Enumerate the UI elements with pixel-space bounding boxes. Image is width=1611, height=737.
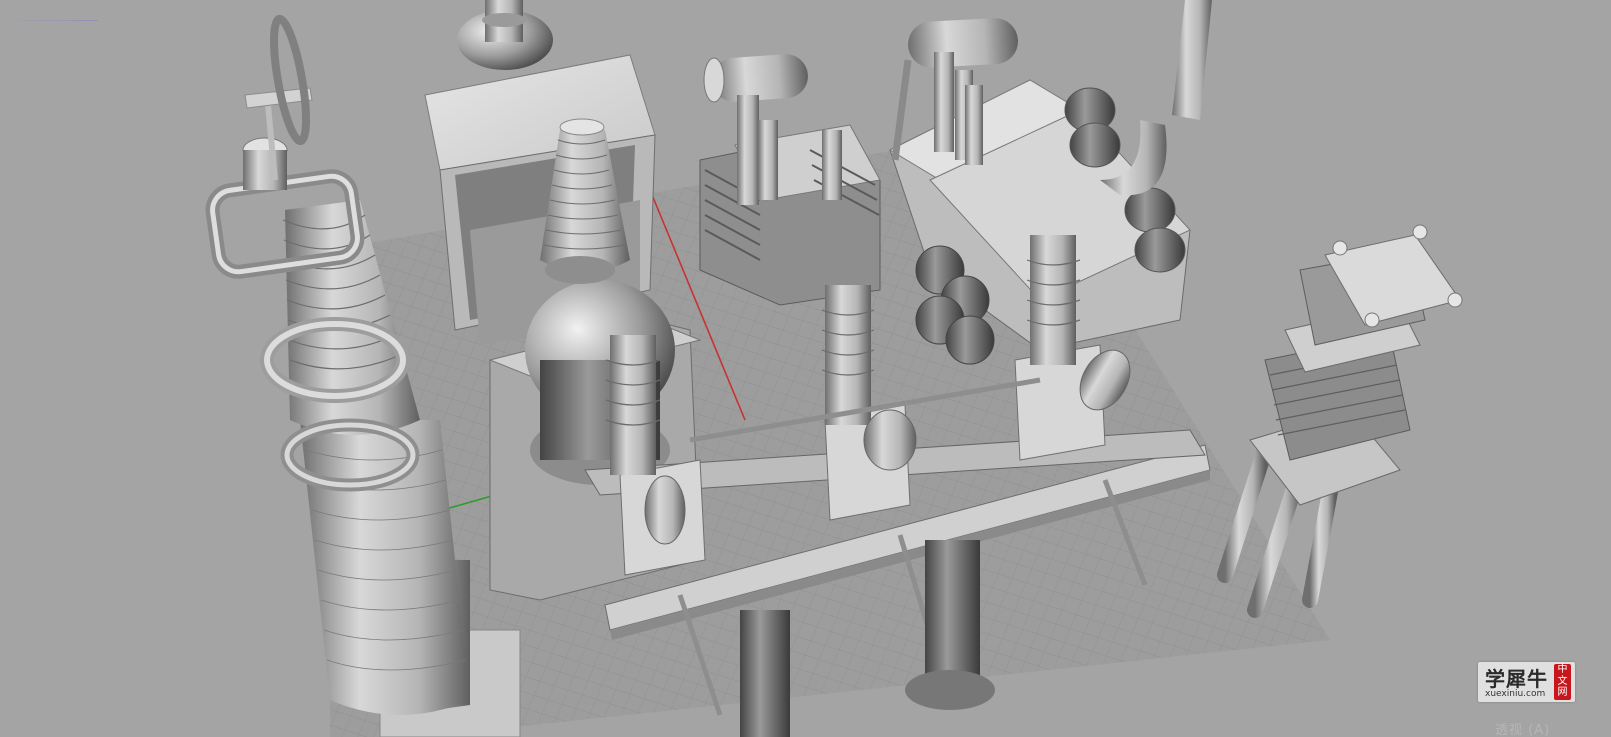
viewport-perspective[interactable]: 学犀牛 xuexiniu.com 中文网 透视 (A) [0, 0, 1611, 737]
watermark-brand-cn: 学犀牛 [1485, 667, 1548, 691]
top-conservator-tank [699, 54, 881, 306]
watermark-brand-url: xuexiniu.com [1485, 689, 1546, 699]
watermark-stamp: 中文网 [1554, 664, 1571, 700]
scene-3d-render[interactable] [0, 0, 1611, 737]
viewport-caption[interactable]: 透视 (A) [1495, 719, 1550, 737]
viewport-corner-mark [0, 20, 98, 21]
brand-watermark: 学犀牛 xuexiniu.com 中文网 [1478, 662, 1575, 702]
